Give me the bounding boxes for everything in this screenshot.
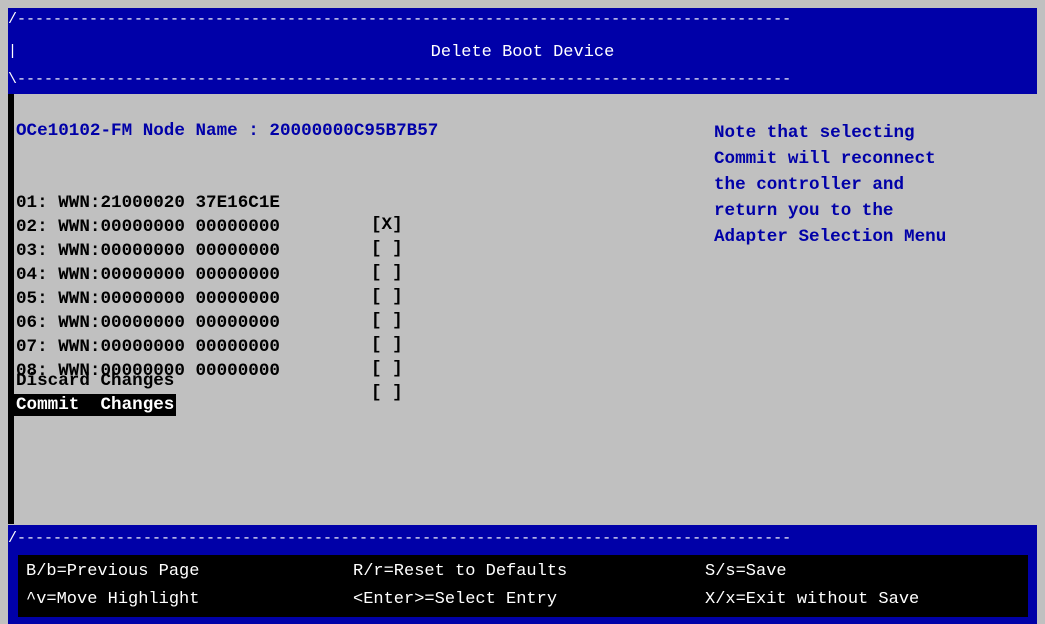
boot-device-checkbox[interactable]: [ ] <box>371 334 403 356</box>
bios-screen: /---------------------------------------… <box>8 8 1045 624</box>
boot-device-checkbox[interactable]: [ ] <box>371 238 403 260</box>
key-legend: B/b=Previous Page R/r=Reset to Defaults … <box>18 555 1028 617</box>
note-line: Note that selecting <box>714 123 915 143</box>
boot-device-row-02[interactable]: 02: WWN:00000000 00000000 [ ] <box>16 194 403 259</box>
adapter-node-name: OCe10102-FM Node Name : 20000000C95B7B57 <box>16 121 439 141</box>
boot-device-row-05[interactable]: 05: WWN:00000000 00000000 [ ] <box>16 266 403 331</box>
boot-device-row-04[interactable]: 04: WWN:00000000 00000000 [ ] <box>16 242 403 307</box>
boot-device-checkbox[interactable]: [ ] <box>371 382 403 404</box>
boot-device-row-08[interactable]: 08: WWN:00000000 00000000 [ ] <box>16 338 403 403</box>
note-line: Commit will reconnect <box>714 149 936 169</box>
discard-changes-option[interactable]: Discard Changes <box>16 370 174 392</box>
commit-note: Note that selecting Commit will reconnec… <box>714 120 946 250</box>
key-exit-without-save: X/x=Exit without Save <box>705 590 920 609</box>
key-previous-page: B/b=Previous Page <box>26 562 200 581</box>
boot-device-checkbox[interactable]: [ ] <box>371 262 403 284</box>
boot-device-checkbox[interactable]: [X] <box>371 214 403 236</box>
note-line: Adapter Selection Menu <box>714 227 947 247</box>
boot-device-checkbox[interactable]: [ ] <box>371 310 403 332</box>
key-select-entry: <Enter>=Select Entry <box>353 590 558 609</box>
boot-device-list: 01: WWN:21000020 37E16C1E [X] 02: WWN:00… <box>16 170 403 403</box>
page-title: Delete Boot Device <box>430 43 615 62</box>
footer-bar: /---------------------------------------… <box>8 525 1037 624</box>
header-border-bottom: \---------------------------------------… <box>8 71 792 88</box>
boot-device-checkbox[interactable]: [ ] <box>371 358 403 380</box>
key-save: S/s=Save <box>705 562 787 581</box>
boot-device-row-07[interactable]: 07: WWN:00000000 00000000 [ ] <box>16 314 403 379</box>
boot-device-checkbox[interactable]: [ ] <box>371 286 403 308</box>
header-bar: /---------------------------------------… <box>8 8 1037 94</box>
note-line: the controller and <box>714 175 905 195</box>
boot-device-row-06[interactable]: 06: WWN:00000000 00000000 [ ] <box>16 290 403 355</box>
boot-device-row-01[interactable]: 01: WWN:21000020 37E16C1E [X] <box>16 170 403 235</box>
key-reset-defaults: R/r=Reset to Defaults <box>353 562 568 581</box>
commit-changes-option[interactable]: Commit Changes <box>14 394 177 416</box>
header-border-top: /---------------------------------------… <box>8 11 792 28</box>
footer-border-top: /---------------------------------------… <box>8 530 792 547</box>
key-move-highlight: ^v=Move Highlight <box>26 590 200 609</box>
note-line: return you to the <box>714 201 894 221</box>
boot-device-row-03[interactable]: 03: WWN:00000000 00000000 [ ] <box>16 218 403 283</box>
main-content: OCe10102-FM Node Name : 20000000C95B7B57… <box>14 94 1029 524</box>
